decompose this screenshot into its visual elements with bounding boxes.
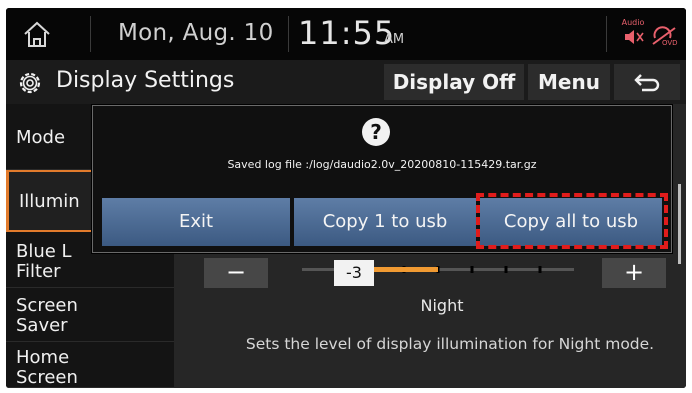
divider [288, 16, 289, 52]
home-button[interactable] [18, 18, 56, 52]
menu-button[interactable]: Menu [528, 64, 610, 100]
question-icon: ? [362, 118, 390, 146]
divider [90, 16, 91, 52]
audio-label: Audio [621, 18, 645, 27]
setting-description: Sets the level of display illumination f… [245, 335, 655, 353]
divider [606, 16, 607, 52]
mic-off-icon: OVD [652, 26, 678, 47]
display-off-button[interactable]: Display Off [384, 64, 524, 100]
svg-text:OVD: OVD [662, 39, 678, 47]
increase-button[interactable]: + [602, 258, 666, 288]
decrease-button[interactable]: − [204, 258, 268, 288]
clock-time: 11:55 [298, 14, 396, 52]
mode-label: Night [420, 296, 464, 315]
speaker-muted-icon [625, 30, 644, 44]
gear-icon [19, 72, 41, 94]
dialog-message: Saved log file :/log/daudio2.0v_20200810… [227, 158, 537, 171]
slider-value[interactable]: -3 [334, 260, 374, 286]
page-title: Display Settings [56, 68, 235, 93]
highlight-annotation [476, 193, 668, 249]
back-button[interactable] [614, 64, 680, 100]
clock-ampm: AM [384, 32, 405, 47]
exit-button[interactable]: Exit [102, 198, 290, 246]
home-icon [24, 21, 50, 47]
copy-one-to-usb-button[interactable]: Copy 1 to usb [294, 198, 476, 246]
back-arrow-icon [634, 74, 660, 92]
sidebar-item-home-screen[interactable]: Home Screen [6, 342, 174, 388]
title-bar: Display Settings Display Off Menu [6, 60, 686, 104]
sidebar-item-screen-saver[interactable]: Screen Saver [6, 288, 174, 342]
date-display: Mon, Aug. 10 [118, 20, 274, 46]
audio-off-indicator: Audio [620, 18, 646, 48]
head-unit-screen: Mon, Aug. 10 11:55 AM Audio OVD Display … [6, 8, 686, 388]
scrollbar[interactable] [678, 184, 681, 264]
status-bar: Mon, Aug. 10 11:55 AM Audio OVD [6, 8, 686, 60]
